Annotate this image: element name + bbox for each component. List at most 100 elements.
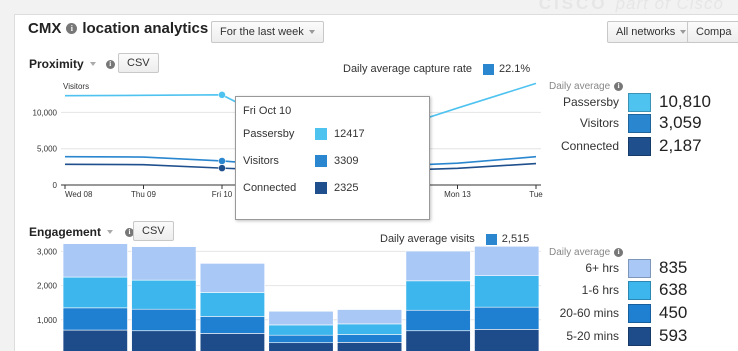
tooltip-title: Fri Oct 10 bbox=[243, 105, 292, 117]
tooltip-row-connected: Connected 2325 bbox=[243, 182, 358, 194]
bar-segment bbox=[405, 330, 471, 351]
bar-segment bbox=[131, 308, 197, 332]
proximity-heading[interactable]: Proximity i bbox=[29, 57, 115, 71]
legend-label: 20-60 mins bbox=[559, 306, 619, 320]
y-tick-label: 0 bbox=[53, 181, 58, 190]
highlight-point bbox=[218, 164, 226, 172]
chevron-down-icon bbox=[107, 230, 114, 234]
avg-visits-swatch bbox=[485, 233, 497, 245]
legend-label: 6+ hrs bbox=[585, 261, 619, 275]
bar-segment bbox=[337, 323, 403, 335]
bar-segment bbox=[337, 334, 403, 343]
legend-swatch bbox=[628, 113, 651, 133]
tooltip-label: Connected bbox=[243, 182, 297, 194]
chevron-down-icon bbox=[89, 62, 96, 66]
legend-passersby: Passersby 10,810 bbox=[533, 92, 711, 112]
legend-label: 1-6 hrs bbox=[581, 283, 619, 297]
tooltip-swatch bbox=[315, 128, 327, 140]
networks-dropdown[interactable]: All networks bbox=[607, 21, 696, 43]
legend-label: Visitors bbox=[579, 116, 619, 130]
bar-segment bbox=[405, 309, 471, 332]
analytics-panel: CMX i location analytics For the last we… bbox=[14, 14, 738, 351]
compare-button[interactable]: Compa bbox=[687, 21, 738, 43]
bar-segment bbox=[199, 316, 265, 334]
capture-rate-label: Daily average capture rate bbox=[343, 63, 473, 75]
x-tick-label: Thu 09 bbox=[131, 190, 156, 199]
bar-segment bbox=[474, 245, 540, 276]
tooltip-row-visitors: Visitors 3309 bbox=[243, 155, 358, 167]
legend-connected: Connected 2,187 bbox=[533, 136, 702, 156]
x-tick-label: Wed 08 bbox=[65, 190, 93, 199]
legend-value: 2,187 bbox=[659, 136, 702, 155]
x-tick-label: Fri 10 bbox=[212, 190, 233, 199]
legend-label: Connected bbox=[560, 139, 619, 153]
proximity-tooltip: Fri Oct 10 Passersby 12417 Visitors 3309… bbox=[235, 96, 430, 220]
bar-segment bbox=[131, 246, 197, 281]
legend-swatch bbox=[628, 280, 651, 300]
tooltip-label: Visitors bbox=[243, 155, 279, 167]
y-axis-title: Visitors bbox=[63, 82, 89, 91]
bar-segment bbox=[62, 276, 128, 309]
bar-segment bbox=[131, 330, 197, 351]
period-dropdown-label: For the last week bbox=[220, 26, 304, 38]
info-icon[interactable]: i bbox=[614, 248, 624, 257]
engagement-chart[interactable]: 1,0002,0003,000Visits bbox=[15, 244, 543, 351]
csv-label: CSV bbox=[142, 225, 165, 237]
title-rest: location analytics bbox=[82, 20, 209, 37]
legend-value: 638 bbox=[659, 280, 688, 299]
bar-segment bbox=[405, 280, 471, 311]
capture-rate-value: 22.1% bbox=[499, 63, 531, 75]
tooltip-swatch bbox=[315, 155, 327, 167]
legend-swatch bbox=[628, 303, 651, 323]
x-tick-label: Mon 13 bbox=[444, 190, 471, 199]
info-icon[interactable]: i bbox=[614, 82, 624, 91]
chevron-down-icon bbox=[680, 30, 687, 34]
y-tick-label: 2,000 bbox=[37, 282, 58, 291]
legend-value: 593 bbox=[659, 326, 688, 345]
legend-value: 450 bbox=[659, 303, 688, 322]
bar-segment bbox=[62, 244, 128, 278]
legend-swatch bbox=[628, 326, 651, 346]
tooltip-value: 3309 bbox=[334, 155, 359, 167]
bar-segment bbox=[268, 324, 334, 336]
bar-segment bbox=[474, 275, 540, 308]
legend-swatch bbox=[628, 92, 651, 112]
legend-swatch bbox=[628, 258, 651, 278]
title-cmx: CMX bbox=[28, 20, 62, 37]
y-tick-label: 1,000 bbox=[37, 316, 58, 325]
bar-segment bbox=[474, 329, 540, 351]
capture-rate-swatch bbox=[483, 63, 495, 75]
bar-segment bbox=[268, 334, 334, 344]
engagement-heading[interactable]: Engagement i bbox=[29, 225, 135, 239]
bar-segment bbox=[62, 307, 128, 331]
x-tick-label: Tue bbox=[529, 190, 543, 199]
brand-watermark: CISCO part of Cisco bbox=[538, 0, 724, 13]
tooltip-swatch bbox=[315, 182, 327, 194]
legend-swatch bbox=[628, 136, 651, 156]
bar-segment bbox=[131, 279, 197, 310]
compare-button-label: Compa bbox=[696, 26, 732, 38]
engagement-csv-button[interactable]: CSV bbox=[133, 221, 174, 241]
bar-segment bbox=[199, 292, 265, 317]
engagement-label: Engagement bbox=[29, 225, 102, 239]
legend-1-6-hrs: 1-6 hrs 638 bbox=[533, 280, 687, 300]
y-tick-label: 3,000 bbox=[37, 247, 58, 256]
highlight-point bbox=[218, 157, 226, 165]
info-icon[interactable]: i bbox=[105, 59, 115, 69]
tooltip-row-passersby: Passersby 12417 bbox=[243, 128, 365, 140]
engagement-legend-heading: Daily average i bbox=[549, 247, 624, 258]
proximity-daily-average: Daily average capture rate 22.1% bbox=[343, 63, 530, 75]
legend-visitors: Visitors 3,059 bbox=[533, 113, 702, 133]
bar-segment bbox=[337, 309, 403, 325]
y-tick-label: 5,000 bbox=[37, 145, 58, 154]
bar-segment bbox=[268, 342, 334, 351]
info-icon[interactable]: i bbox=[66, 23, 78, 34]
period-dropdown[interactable]: For the last week bbox=[211, 21, 324, 43]
legend-6plus-hrs: 6+ hrs 835 bbox=[533, 258, 687, 278]
bar-segment bbox=[199, 263, 265, 293]
proximity-csv-button[interactable]: CSV bbox=[118, 53, 159, 73]
csv-label: CSV bbox=[127, 57, 150, 69]
networks-dropdown-label: All networks bbox=[616, 26, 676, 38]
legend-heading-text: Daily average bbox=[549, 247, 611, 258]
bar-segment bbox=[337, 342, 403, 351]
